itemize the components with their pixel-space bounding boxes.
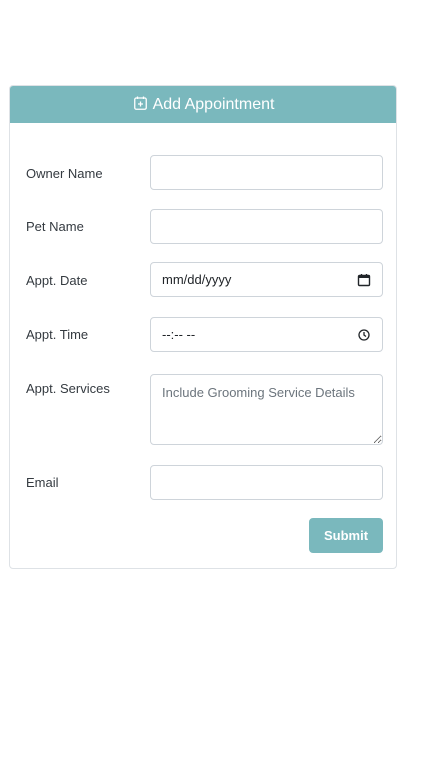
pet-name-label: Pet Name: [26, 219, 84, 234]
card-header: Add Appointment: [10, 86, 396, 123]
owner-name-label: Owner Name: [26, 166, 103, 181]
appt-time-label: Appt. Time: [26, 327, 89, 342]
calendar-plus-icon: [133, 96, 147, 110]
add-appointment-card: Add Appointment Owner Name Pet Name Appt…: [9, 85, 397, 569]
card-title: Add Appointment: [152, 95, 275, 113]
appt-services-label: Appt. Services: [26, 381, 110, 396]
clock-icon[interactable]: [357, 328, 371, 342]
appt-services-textarea[interactable]: [150, 374, 383, 445]
appt-date-label: Appt. Date: [26, 273, 88, 288]
email-input[interactable]: [150, 465, 383, 500]
appt-date-input[interactable]: mm/dd/yyyy: [150, 262, 383, 297]
submit-button[interactable]: Submit: [309, 518, 383, 553]
email-label: Email: [26, 475, 59, 490]
owner-name-input[interactable]: [150, 155, 383, 190]
calendar-icon[interactable]: [357, 273, 371, 287]
appt-time-input[interactable]: --:-- --: [150, 317, 383, 352]
appt-time-value: --:-- --: [162, 327, 196, 342]
appt-date-value: mm/dd/yyyy: [162, 272, 232, 287]
pet-name-input[interactable]: [150, 209, 383, 244]
